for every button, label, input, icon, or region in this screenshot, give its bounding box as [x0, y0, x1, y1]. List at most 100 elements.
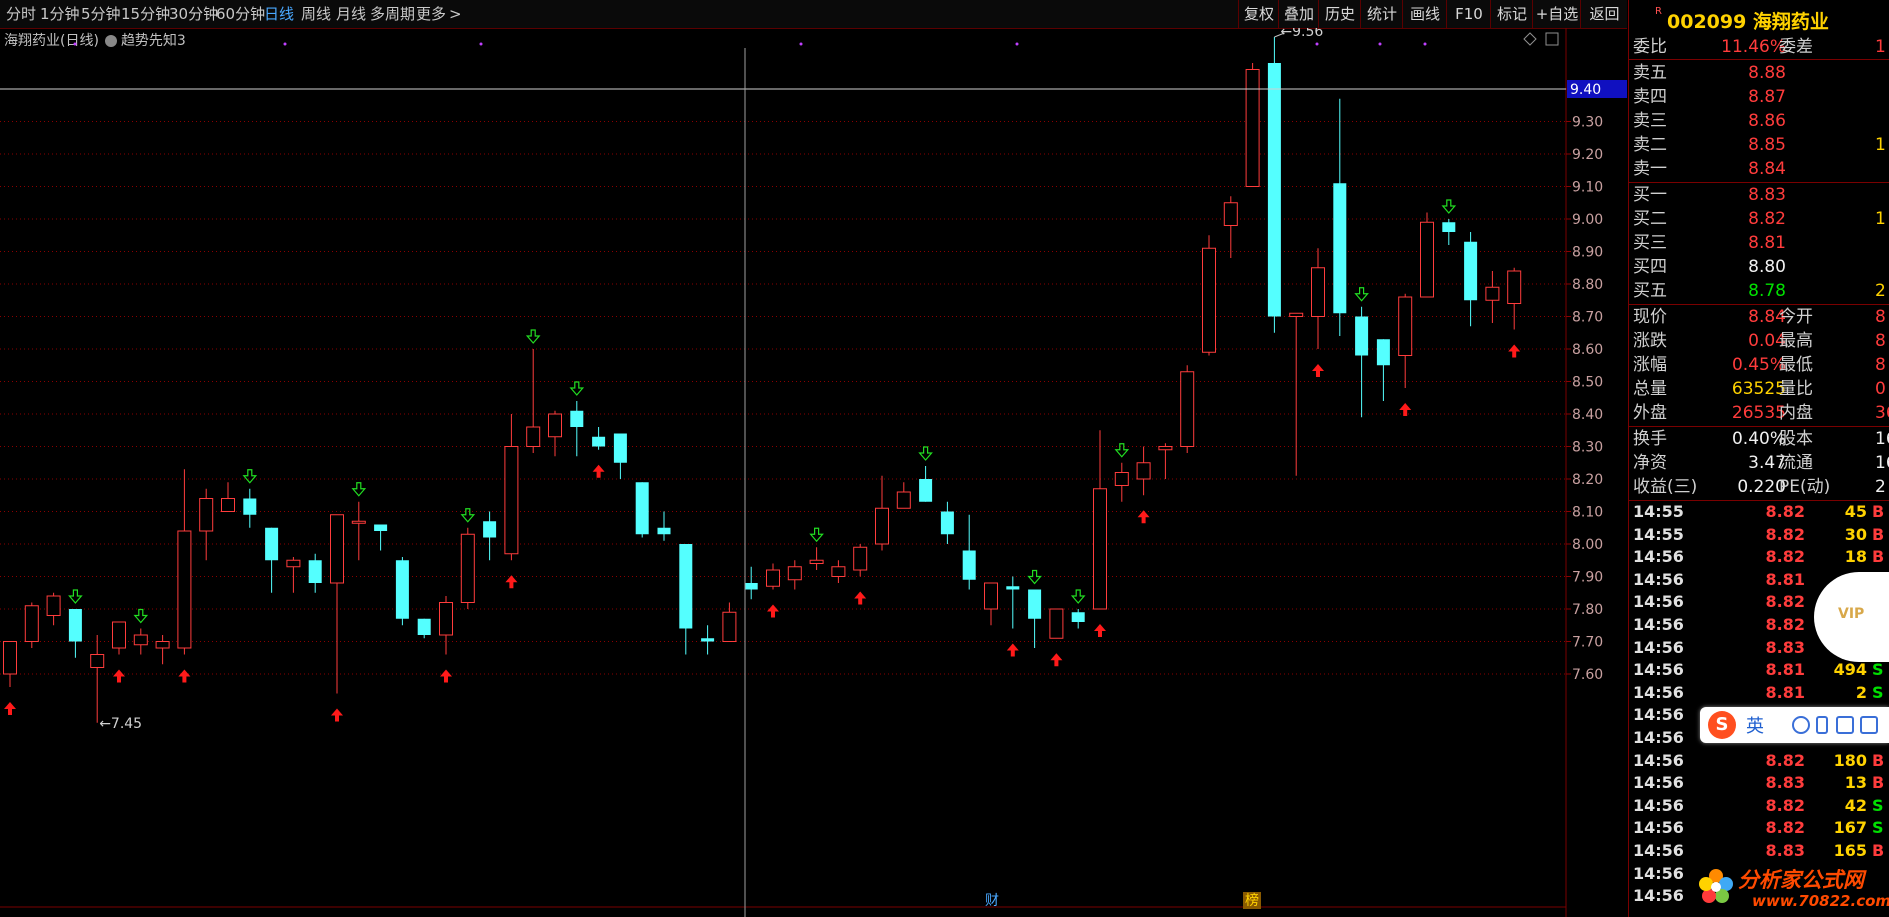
candle-body-down[interactable] — [657, 527, 671, 535]
kline-chart[interactable]: 9.40 9.30 9.20 9.10 9.00 8.90 8.80 8.70 8.60 8.50… — [0, 28, 1627, 917]
candle-body-up[interactable] — [896, 491, 911, 509]
period-tab-10[interactable]: 更多 > — [416, 0, 462, 28]
window-icon[interactable] — [1545, 32, 1559, 46]
candle-body-down[interactable] — [1267, 63, 1281, 317]
period-tab-0[interactable]: 分时 — [6, 0, 36, 28]
candle-body-down[interactable] — [1333, 183, 1347, 314]
bid-level-4[interactable]: 买五 8.78 2 — [1629, 279, 1889, 303]
candle-body-up[interactable] — [330, 514, 344, 584]
candle-body-down[interactable] — [701, 638, 715, 642]
ask-level-2[interactable]: 卖三 8.86 — [1629, 109, 1889, 133]
bid-level-2[interactable]: 买三 8.81 — [1629, 231, 1889, 255]
candle-body-up[interactable] — [831, 566, 846, 577]
candle-body-up[interactable] — [177, 530, 192, 649]
candle-body-up[interactable] — [1289, 312, 1304, 317]
period-tab-6[interactable]: 日线 — [264, 0, 294, 28]
period-tab-3[interactable]: 15分钟 — [121, 0, 170, 28]
candle-body-up[interactable] — [3, 641, 17, 675]
period-tab-5[interactable]: 60分钟 — [216, 0, 265, 28]
candle-body-down[interactable] — [374, 524, 388, 532]
candle-body-up[interactable] — [1202, 247, 1216, 353]
candle-body-up[interactable] — [504, 446, 519, 555]
candle-body-up[interactable] — [351, 520, 366, 524]
candle-body-down[interactable] — [744, 583, 758, 590]
bid-level-0[interactable]: 买一 8.83 — [1629, 183, 1889, 207]
candle-body-up[interactable] — [1485, 286, 1500, 301]
candle-body-down[interactable] — [1355, 316, 1369, 356]
toolbar-button-8[interactable]: 返回 — [1580, 0, 1628, 28]
ask-level-1[interactable]: 卖四 8.87 — [1629, 85, 1889, 109]
candle-body-up[interactable] — [875, 507, 889, 545]
candle-body-up[interactable] — [1180, 371, 1195, 447]
toolbar-button-0[interactable]: 复权 — [1238, 0, 1279, 28]
ask-level-0[interactable]: 卖五 8.88 — [1629, 61, 1889, 85]
candle-body-down[interactable] — [308, 560, 322, 583]
keyboard-icon[interactable] — [1836, 716, 1854, 734]
toolbar-button-1[interactable]: 叠加 — [1278, 0, 1319, 28]
emoji-icon[interactable] — [1792, 716, 1810, 734]
period-tab-1[interactable]: 1分钟 — [40, 0, 80, 28]
candle-body-down[interactable] — [962, 550, 976, 580]
ime-lang-toggle[interactable]: 英 — [1746, 712, 1764, 738]
candle-body-up[interactable] — [809, 559, 824, 564]
candle-body-down[interactable] — [1464, 241, 1478, 301]
candle-body-down[interactable] — [635, 482, 649, 535]
period-tab-8[interactable]: 月线 — [336, 0, 366, 28]
ime-toolbar[interactable]: S 英 — [1700, 707, 1889, 743]
candle-body-down[interactable] — [679, 544, 693, 629]
candle-body-up[interactable] — [1311, 267, 1325, 317]
candle-body-down[interactable] — [1442, 222, 1456, 232]
candle-body-up[interactable] — [1507, 270, 1522, 304]
candle-body-down[interactable] — [592, 436, 606, 447]
candle-body-up[interactable] — [46, 595, 61, 616]
candle-body-down[interactable] — [265, 527, 279, 561]
candle-body-up[interactable] — [221, 498, 235, 512]
toolbar-button-5[interactable]: F10 — [1446, 0, 1491, 28]
candle-body-down[interactable] — [68, 609, 82, 642]
candle-body-down[interactable] — [417, 618, 431, 635]
candle-body-down[interactable] — [483, 521, 497, 538]
candle-body-down[interactable] — [919, 479, 933, 502]
toolbar-button-2[interactable]: 历史 — [1318, 0, 1361, 28]
candle-body-down[interactable] — [570, 410, 584, 427]
candle-body-up[interactable] — [1158, 446, 1173, 451]
candle-body-up[interactable] — [24, 605, 39, 642]
candle-body-up[interactable] — [1420, 221, 1434, 298]
candle-body-down[interactable] — [940, 511, 954, 535]
candle-body-up[interactable] — [548, 413, 562, 438]
finance-marker[interactable]: 财 — [985, 893, 999, 909]
toolbar-button-4[interactable]: 画线 — [1402, 0, 1447, 28]
candle-body-up[interactable] — [787, 566, 802, 581]
bid-level-1[interactable]: 买二 8.82 1 — [1629, 207, 1889, 231]
period-tab-7[interactable]: 周线 — [301, 0, 331, 28]
microphone-icon[interactable] — [1816, 716, 1828, 734]
candle-body-up[interactable] — [90, 654, 105, 668]
candle-body-down[interactable] — [395, 560, 409, 619]
candle-body-up[interactable] — [1049, 608, 1064, 639]
candle-body-up[interactable] — [1223, 202, 1238, 226]
candle-body-up[interactable] — [155, 641, 170, 649]
candle-body-up[interactable] — [133, 634, 148, 646]
candle-body-up[interactable] — [1136, 462, 1151, 480]
toolbar-button-7[interactable]: +自选 — [1532, 0, 1581, 28]
period-tab-4[interactable]: 30分钟 — [169, 0, 218, 28]
candle-body-up[interactable] — [1114, 472, 1129, 486]
candle-body-down[interactable] — [1376, 339, 1390, 366]
bid-level-3[interactable]: 买四 8.80 — [1629, 255, 1889, 279]
candle-body-up[interactable] — [722, 611, 737, 642]
candle-body-up[interactable] — [766, 569, 780, 587]
ask-level-4[interactable]: 卖一 8.84 — [1629, 157, 1889, 181]
candle-body-down[interactable] — [1071, 612, 1085, 622]
candle-body-up[interactable] — [1245, 69, 1260, 187]
candle-body-up[interactable] — [460, 533, 475, 603]
candle-body-down[interactable] — [613, 433, 627, 463]
candle-body-up[interactable] — [984, 582, 998, 610]
candle-body-down[interactable] — [1006, 586, 1020, 590]
rank-marker[interactable]: 榜 — [1245, 892, 1259, 909]
candle-body-up[interactable] — [1093, 488, 1107, 610]
toolbar-button-3[interactable]: 统计 — [1360, 0, 1403, 28]
sogou-logo-icon[interactable]: S — [1708, 711, 1736, 739]
candle-body-up[interactable] — [526, 426, 541, 447]
candle-body-up[interactable] — [439, 602, 453, 636]
period-tab-9[interactable]: 多周期 — [370, 0, 415, 28]
